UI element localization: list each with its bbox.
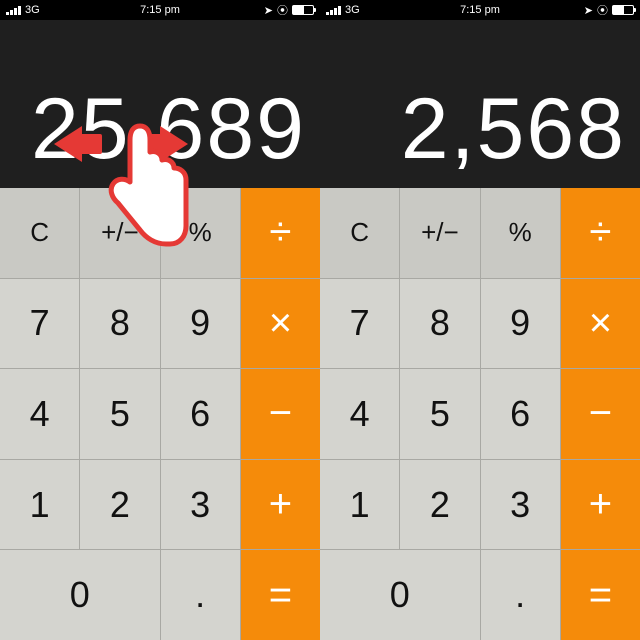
display-value: 2,568: [401, 86, 626, 172]
percent-button[interactable]: %: [481, 188, 560, 278]
status-right: ➤ ⦿: [264, 2, 314, 18]
clear-button[interactable]: C: [320, 188, 399, 278]
minus-button[interactable]: −: [561, 369, 640, 459]
battery-icon: [612, 5, 634, 15]
alarm-icon: ⦿: [277, 2, 288, 18]
location-icon: ➤: [584, 4, 593, 17]
status-bar: 3G 7:15 pm ➤ ⦿: [320, 0, 640, 20]
status-bar: 3G 7:15 pm ➤ ⦿: [0, 0, 320, 20]
decimal-button[interactable]: .: [481, 550, 560, 640]
digit-7-button[interactable]: 7: [320, 279, 399, 369]
digit-3-button[interactable]: 3: [481, 460, 560, 550]
plus-button[interactable]: +: [241, 460, 320, 550]
calculator-display[interactable]: 25,689: [0, 20, 320, 188]
equals-button[interactable]: =: [561, 550, 640, 640]
digit-1-button[interactable]: 1: [0, 460, 79, 550]
calculator-screen-after: 3G 7:15 pm ➤ ⦿ 2,568 C +/− % ÷ 7 8 9 × 4…: [320, 0, 640, 640]
digit-8-button[interactable]: 8: [80, 279, 159, 369]
digit-7-button[interactable]: 7: [0, 279, 79, 369]
clear-button[interactable]: C: [0, 188, 79, 278]
divide-button[interactable]: ÷: [241, 188, 320, 278]
digit-9-button[interactable]: 9: [481, 279, 560, 369]
keypad: C +/− % ÷ 7 8 9 × 4 5 6 − 1 2 3 + 0 . =: [0, 188, 320, 640]
equals-button[interactable]: =: [241, 550, 320, 640]
multiply-button[interactable]: ×: [241, 279, 320, 369]
digit-0-button[interactable]: 0: [0, 550, 160, 640]
plus-minus-button[interactable]: +/−: [80, 188, 159, 278]
divide-button[interactable]: ÷: [561, 188, 640, 278]
multiply-button[interactable]: ×: [561, 279, 640, 369]
battery-icon: [292, 5, 314, 15]
digit-4-button[interactable]: 4: [0, 369, 79, 459]
digit-1-button[interactable]: 1: [320, 460, 399, 550]
digit-4-button[interactable]: 4: [320, 369, 399, 459]
clock-label: 7:15 pm: [140, 4, 180, 16]
digit-6-button[interactable]: 6: [481, 369, 560, 459]
percent-button[interactable]: %: [161, 188, 240, 278]
signal-icon: [326, 5, 341, 15]
decimal-button[interactable]: .: [161, 550, 240, 640]
signal-icon: [6, 5, 21, 15]
digit-6-button[interactable]: 6: [161, 369, 240, 459]
display-value: 25,689: [31, 86, 306, 172]
digit-8-button[interactable]: 8: [400, 279, 479, 369]
digit-3-button[interactable]: 3: [161, 460, 240, 550]
digit-5-button[interactable]: 5: [80, 369, 159, 459]
location-icon: ➤: [264, 4, 273, 17]
status-left: 3G: [6, 4, 40, 16]
keypad: C +/− % ÷ 7 8 9 × 4 5 6 − 1 2 3 + 0 . =: [320, 188, 640, 640]
digit-2-button[interactable]: 2: [400, 460, 479, 550]
calculator-display[interactable]: 2,568: [320, 20, 640, 188]
digit-5-button[interactable]: 5: [400, 369, 479, 459]
plus-button[interactable]: +: [561, 460, 640, 550]
digit-9-button[interactable]: 9: [161, 279, 240, 369]
alarm-icon: ⦿: [597, 2, 608, 18]
status-right: ➤ ⦿: [584, 2, 634, 18]
minus-button[interactable]: −: [241, 369, 320, 459]
status-left: 3G: [326, 4, 360, 16]
calculator-screen-before: 3G 7:15 pm ➤ ⦿ 25,689 C +/− % ÷ 7 8 9 × …: [0, 0, 320, 640]
digit-0-button[interactable]: 0: [320, 550, 480, 640]
clock-label: 7:15 pm: [460, 4, 500, 16]
carrier-label: 3G: [345, 4, 360, 16]
digit-2-button[interactable]: 2: [80, 460, 159, 550]
carrier-label: 3G: [25, 4, 40, 16]
plus-minus-button[interactable]: +/−: [400, 188, 479, 278]
